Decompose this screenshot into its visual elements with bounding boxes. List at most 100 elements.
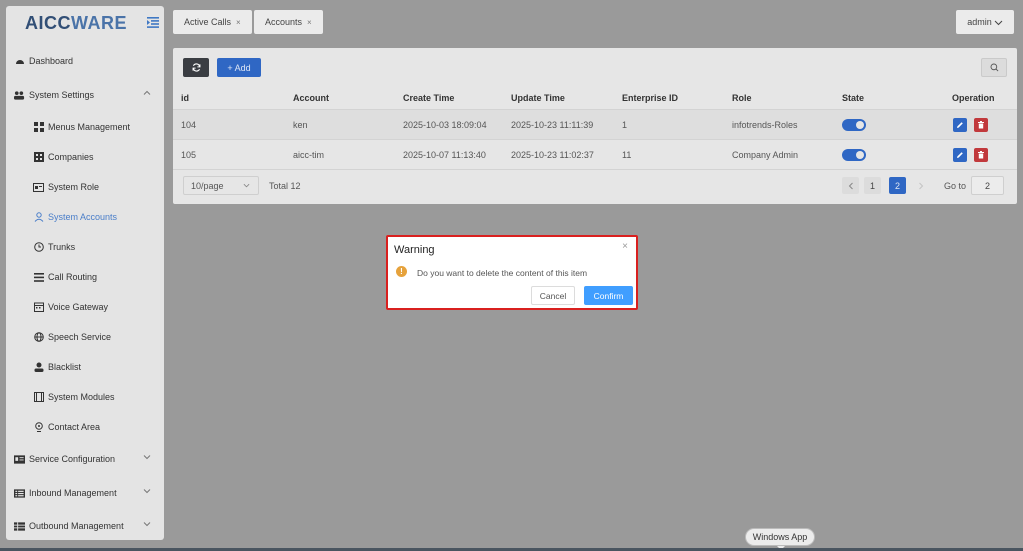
cell-role: Company Admin (732, 150, 799, 160)
sidebar-item-companies[interactable]: Companies (6, 147, 164, 167)
logo: AICCWARE (6, 6, 164, 40)
delete-button[interactable] (974, 118, 988, 132)
chevron-down-icon (143, 455, 151, 460)
role-card-icon (33, 182, 44, 193)
sidebar: AICCWARE Dashboard System Settings Menus… (6, 6, 164, 540)
list-icon (33, 272, 44, 283)
tab-active-calls[interactable]: Active Calls × (173, 10, 252, 34)
users-cog-icon (14, 90, 25, 101)
edit-button[interactable] (953, 148, 967, 162)
grid-icon (33, 122, 44, 133)
next-page-button[interactable] (912, 177, 929, 194)
chevron-down-icon (143, 522, 151, 527)
sidebar-item-system-role[interactable]: System Role (6, 177, 164, 197)
pencil-icon (957, 122, 963, 128)
user-menu-button[interactable]: admin (956, 10, 1014, 34)
sidebar-item-label: Voice Gateway (48, 302, 109, 312)
column-header-create-time: Create Time (403, 93, 455, 103)
column-header-account: Account (293, 93, 329, 103)
menu-collapse-icon[interactable] (147, 17, 159, 28)
close-icon[interactable]: × (236, 18, 241, 27)
add-account-button[interactable]: + Add (217, 58, 261, 77)
goto-page-input[interactable]: 2 (971, 176, 1004, 195)
table-row: 105 aicc-tim 2025-10-07 11:13:40 2025-10… (173, 140, 1017, 169)
cell-update-time: 2025-10-23 11:11:39 (511, 120, 594, 130)
globe-icon (33, 332, 44, 343)
state-toggle[interactable] (842, 119, 866, 131)
column-header-state: State (842, 93, 865, 103)
trash-icon (978, 151, 984, 159)
delete-confirm-dialog: Warning × ! Do you want to delete the co… (386, 235, 638, 310)
sidebar-item-label: Call Routing (48, 272, 98, 282)
sidebar-item-label: Speech Service (48, 332, 112, 342)
cell-account: ken (293, 120, 308, 130)
chevron-right-icon (918, 182, 923, 189)
dashboard-icon (14, 56, 25, 67)
page-button-2[interactable]: 2 (889, 177, 906, 194)
state-toggle[interactable] (842, 149, 866, 161)
page-size-value: 10/page (191, 180, 224, 191)
confirm-button[interactable]: Confirm (584, 286, 633, 305)
sidebar-item-label: Trunks (48, 242, 76, 252)
user-icon (33, 212, 44, 223)
search-icon (990, 63, 998, 72)
sidebar-item-label: Blacklist (48, 362, 82, 372)
calendar-icon (33, 302, 44, 313)
sidebar-item-dashboard[interactable]: Dashboard (6, 51, 164, 71)
close-icon[interactable]: × (307, 18, 312, 27)
logo-text-2: WARE (71, 12, 127, 33)
windows-app-tooltip: Windows App (745, 528, 815, 550)
sidebar-item-label: Menus Management (48, 122, 131, 132)
sidebar-item-blacklist[interactable]: Blacklist (6, 357, 164, 377)
tab-accounts[interactable]: Accounts × (254, 10, 323, 34)
chevron-left-icon (848, 182, 853, 189)
total-count: Total 12 (269, 181, 301, 191)
cell-create-time: 2025-10-07 11:13:40 (403, 150, 486, 160)
clock-icon (33, 242, 44, 253)
sidebar-item-inbound-management[interactable]: Inbound Management (6, 483, 164, 503)
sidebar-item-trunks[interactable]: Trunks (6, 237, 164, 257)
sidebar-item-voice-gateway[interactable]: Voice Gateway (6, 297, 164, 317)
delete-button[interactable] (974, 148, 988, 162)
sidebar-item-system-modules[interactable]: System Modules (6, 387, 164, 407)
sidebar-item-system-accounts[interactable]: System Accounts (6, 207, 164, 227)
id-card-icon (14, 454, 25, 465)
chevron-down-icon (994, 20, 1003, 25)
sidebar-item-contact-area[interactable]: Contact Area (6, 417, 164, 437)
sidebar-item-label: Dashboard (29, 56, 74, 66)
search-button[interactable] (981, 58, 1007, 77)
sidebar-item-menus-management[interactable]: Menus Management (6, 117, 164, 137)
sidebar-item-call-routing[interactable]: Call Routing (6, 267, 164, 287)
trash-icon (978, 121, 984, 129)
tab-label: Active Calls (184, 17, 232, 27)
pencil-icon (957, 152, 963, 158)
edit-button[interactable] (953, 118, 967, 132)
sidebar-item-speech-service[interactable]: Speech Service (6, 327, 164, 347)
cancel-button[interactable]: Cancel (531, 286, 575, 305)
chevron-down-icon (143, 489, 151, 494)
goto-label: Go to (944, 181, 967, 191)
column-header-operation: Operation (952, 93, 995, 103)
sidebar-item-system-settings[interactable]: System Settings (6, 85, 164, 105)
sidebar-item-label: Inbound Management (29, 488, 117, 498)
warning-icon: ! (396, 266, 407, 277)
chevron-down-icon (243, 183, 250, 188)
column-header-enterprise-id: Enterprise ID (622, 93, 679, 103)
logo-text-1: AICC (25, 12, 71, 33)
cell-enterprise-id: 11 (622, 150, 632, 160)
dialog-title: Warning (394, 244, 435, 256)
page-size-select[interactable]: 10/page (183, 176, 259, 195)
cell-id: 105 (181, 150, 197, 160)
film-icon (33, 392, 44, 403)
refresh-button[interactable] (183, 58, 209, 77)
sidebar-item-label: Companies (48, 152, 94, 162)
close-icon[interactable]: × (622, 241, 628, 252)
page-button-1[interactable]: 1 (864, 177, 881, 194)
sidebar-item-service-configuration[interactable]: Service Configuration (6, 449, 164, 469)
table-row: 104 ken 2025-10-03 18:09:04 2025-10-23 1… (173, 110, 1017, 139)
sidebar-item-outbound-management[interactable]: Outbound Management (6, 516, 164, 536)
refresh-icon (192, 63, 200, 72)
sidebar-item-label: Outbound Management (29, 521, 124, 531)
cell-create-time: 2025-10-03 18:09:04 (403, 120, 487, 130)
prev-page-button[interactable] (842, 177, 859, 194)
